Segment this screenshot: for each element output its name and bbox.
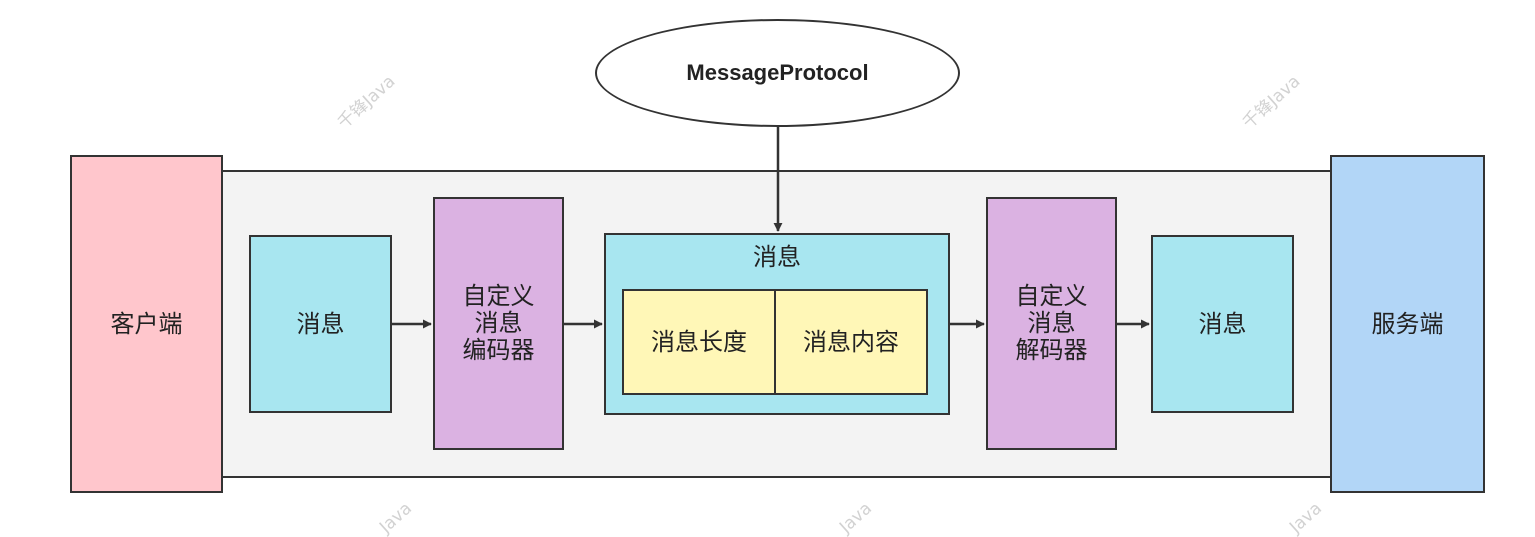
connector-arrows [392,127,1150,329]
